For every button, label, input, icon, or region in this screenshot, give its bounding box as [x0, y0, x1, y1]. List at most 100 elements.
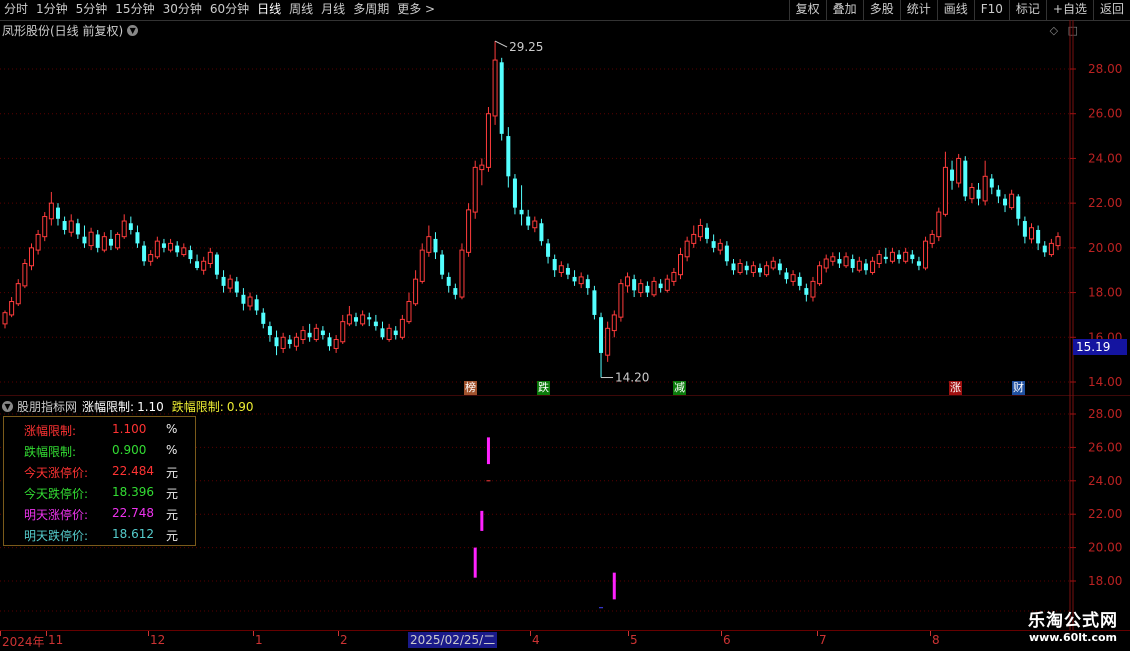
candle [201, 256, 207, 275]
sub-axis-tick: 26.00 [1088, 440, 1122, 454]
candle [247, 292, 253, 311]
candle [88, 227, 94, 251]
event-flag-2[interactable]: 减 [673, 381, 686, 395]
candle [876, 250, 882, 268]
sub-axis-tick: 28.00 [1088, 407, 1122, 421]
candle [307, 323, 312, 342]
candle [154, 236, 160, 260]
site-logo: 乐淘公式网 www.60lt.com [1028, 606, 1118, 644]
candle [313, 323, 319, 342]
date-label: 2025/02/25/二 [408, 632, 498, 648]
date-label: 8 [932, 633, 940, 647]
sub-axis-tick: 20.00 [1088, 541, 1122, 555]
date-axis: 2024年 11 12 1 2 2025/02/25/二 4 5 6 7 8 [0, 630, 1130, 651]
main-axis-tick: 20.00 [1088, 241, 1122, 255]
limit-mark [480, 510, 484, 531]
candle [963, 156, 968, 201]
candle [989, 174, 994, 195]
date-tick [930, 631, 931, 636]
candle [9, 297, 15, 318]
candle [797, 272, 802, 291]
info-value: 18.396 [112, 485, 154, 499]
info-value: 1.100 [112, 422, 147, 436]
date-label: 5 [630, 633, 638, 647]
date-label: 2 [340, 633, 348, 647]
candle [175, 241, 180, 257]
candle [585, 274, 590, 295]
candle [354, 312, 358, 327]
event-flag-3[interactable]: 涨 [949, 381, 962, 395]
info-row: 涨幅限制: 1.100% [4, 419, 195, 440]
candle [519, 185, 524, 226]
limit-mark [473, 547, 477, 578]
candle [897, 250, 902, 264]
logo-name: 乐淘公式网 [1028, 611, 1118, 631]
candle [750, 261, 756, 277]
candle [367, 312, 372, 327]
candle [55, 203, 60, 226]
candle [599, 312, 604, 378]
candle [426, 225, 432, 257]
candle [22, 259, 28, 289]
candle [42, 212, 48, 242]
candle [446, 272, 451, 293]
candle [856, 256, 862, 273]
info-value: 0.900 [112, 443, 147, 457]
date-label: 4 [532, 633, 540, 647]
candle [327, 332, 332, 351]
candle [195, 254, 200, 271]
candle [82, 225, 87, 248]
candle [651, 276, 657, 298]
candle [181, 243, 187, 257]
candle [148, 250, 154, 266]
candle [558, 261, 564, 277]
candle [784, 267, 789, 284]
candle [671, 267, 677, 286]
candle [565, 263, 570, 280]
candle [910, 250, 915, 264]
candle [35, 229, 41, 255]
candle [234, 276, 239, 298]
candlestick-chart[interactable]: 28.0026.0024.0022.0020.0018.0016.0014.00… [0, 0, 1130, 396]
candle [373, 314, 378, 331]
candle [757, 263, 762, 277]
event-flag-1[interactable]: 跌 [537, 381, 550, 395]
event-flag-0[interactable]: 榜 [464, 381, 477, 395]
event-flag-4[interactable]: 财 [1012, 381, 1025, 395]
date-tick [530, 631, 531, 636]
candle [658, 279, 663, 293]
main-axis-tick: 24.00 [1088, 151, 1122, 165]
candle [128, 216, 133, 235]
candle [1009, 189, 1015, 210]
candle [817, 261, 823, 286]
candle [188, 245, 193, 264]
candle [916, 256, 921, 271]
candle [485, 107, 491, 172]
candle [823, 254, 829, 273]
candle [691, 225, 697, 248]
info-unit: % [166, 422, 178, 436]
candle [546, 238, 551, 264]
main-axis-tick: 18.00 [1088, 286, 1122, 300]
date-tick [338, 631, 339, 636]
candle [227, 274, 233, 293]
low-price-label: 14.20 [615, 371, 649, 385]
candle [810, 276, 816, 302]
candle [678, 247, 684, 280]
info-label: 今天涨停价: [24, 466, 89, 480]
candle [261, 308, 266, 329]
candle [539, 218, 544, 246]
candle [453, 283, 458, 300]
candle [413, 270, 419, 306]
info-value: 18.612 [112, 527, 154, 541]
sub-axis-tick: 22.00 [1088, 507, 1122, 521]
candle [770, 256, 776, 271]
date-tick [721, 631, 722, 636]
candle [221, 270, 226, 293]
candle [950, 160, 955, 190]
candle [936, 207, 942, 242]
candle [711, 234, 716, 253]
date-tick [628, 631, 629, 636]
candle [393, 326, 398, 340]
candle [254, 294, 259, 315]
